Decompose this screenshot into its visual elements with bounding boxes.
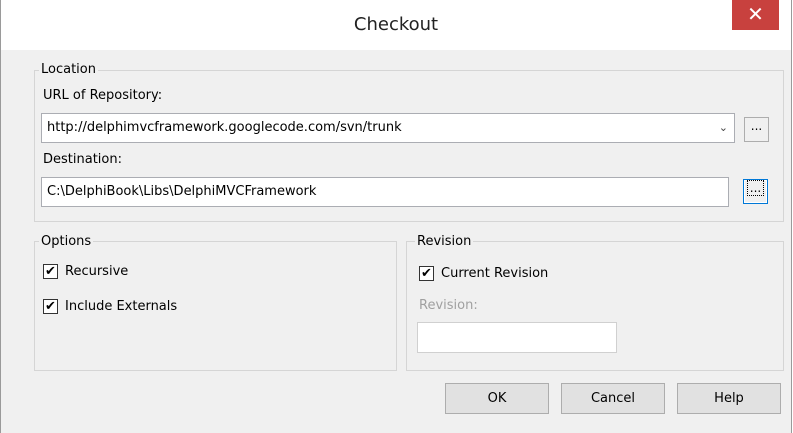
location-legend: Location [39, 62, 98, 77]
url-combobox[interactable]: http://delphimvcframework.googlecode.com… [41, 113, 735, 143]
dialog-title: Checkout [353, 14, 439, 35]
check-icon: ✔ [45, 299, 56, 314]
url-label: URL of Repository: [43, 88, 163, 103]
current-revision-label[interactable]: Current Revision [441, 266, 548, 281]
recursive-label[interactable]: Recursive [65, 264, 128, 279]
url-value: http://delphimvcframework.googlecode.com… [47, 120, 402, 135]
destination-browse-button[interactable]: ... [743, 179, 768, 204]
destination-label: Destination: [43, 152, 122, 167]
close-button[interactable]: ✕ [732, 0, 779, 30]
options-legend: Options [39, 234, 94, 249]
check-icon: ✔ [421, 266, 432, 281]
revision-input [417, 322, 617, 353]
recursive-checkbox[interactable]: ✔ [43, 264, 58, 279]
revision-label: Revision: [419, 298, 478, 313]
url-browse-button[interactable]: ... [744, 117, 769, 142]
title-bar: Checkout ✕ [1, 0, 791, 50]
destination-value: C:\DelphiBook\Libs\DelphiMVCFramework [47, 184, 317, 199]
help-button[interactable]: Help [677, 383, 781, 414]
include-externals-checkbox[interactable]: ✔ [43, 299, 58, 314]
current-revision-checkbox[interactable]: ✔ [419, 266, 434, 281]
check-icon: ✔ [45, 264, 56, 279]
revision-legend: Revision [415, 234, 474, 249]
close-icon: ✕ [747, 2, 764, 26]
ok-button[interactable]: OK [445, 383, 549, 414]
chevron-down-icon[interactable]: ⌄ [719, 114, 728, 142]
destination-field[interactable]: C:\DelphiBook\Libs\DelphiMVCFramework [41, 177, 729, 207]
checkout-dialog: Checkout ✕ Location URL of Repository: h… [0, 0, 792, 433]
cancel-button[interactable]: Cancel [561, 383, 665, 414]
include-externals-label[interactable]: Include Externals [65, 299, 177, 314]
